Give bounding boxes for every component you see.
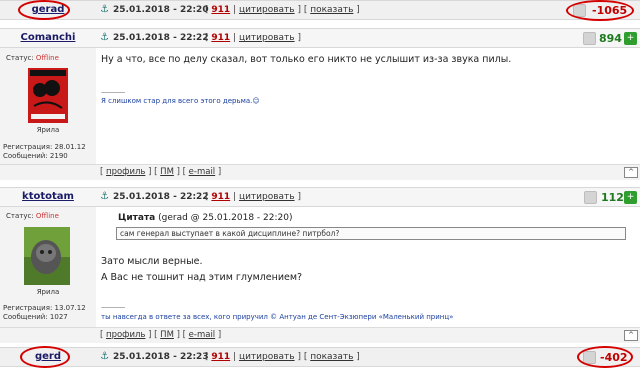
message-count: Сообщений: 2190 bbox=[3, 152, 68, 160]
profile-link[interactable]: профиль bbox=[106, 330, 145, 340]
scroll-top-button[interactable]: ^ bbox=[624, 330, 638, 341]
user-sidebar: Статус: Offline Ярила Регистрация: 13.07… bbox=[0, 207, 96, 327]
post-rating: 894 bbox=[599, 32, 622, 45]
post-links: [ 911 | цитировать ] [ показать ] bbox=[205, 352, 360, 362]
pm-link[interactable]: ПМ bbox=[160, 330, 174, 340]
post-date: 25.01.2018 - 22:22 bbox=[113, 33, 209, 43]
post-number-link[interactable]: 911 bbox=[211, 352, 230, 362]
anchor-icon[interactable]: ⚓ bbox=[100, 191, 109, 202]
quote-block: сам генерал выступает в какой дисциплине… bbox=[116, 227, 626, 240]
post-text-line: А Вас не тошнит над этим глумлением? bbox=[101, 272, 303, 283]
username-link[interactable]: ktototam bbox=[0, 191, 96, 202]
show-link[interactable]: показать bbox=[310, 352, 353, 362]
quote-link[interactable]: цитировать bbox=[239, 352, 295, 362]
avatar-caption: Ярила bbox=[36, 288, 60, 296]
post-links: [ 911 | цитировать ] bbox=[205, 192, 301, 202]
pm-link[interactable]: ПМ bbox=[160, 167, 174, 177]
username-link[interactable]: Comanchi bbox=[0, 32, 96, 43]
vote-down-icon[interactable] bbox=[584, 191, 597, 204]
user-avatar bbox=[28, 68, 68, 123]
post-number-link[interactable]: 911 bbox=[211, 33, 230, 43]
post-header: gerad ⚓ 25.01.2018 - 22:20 [ 911 | цитир… bbox=[0, 0, 640, 21]
email-link[interactable]: e-mail bbox=[189, 167, 216, 177]
user-sidebar: Статус: Offline Ярила Регистрация: 28.01… bbox=[0, 48, 96, 164]
user-meta: Регистрация: 13.07.12 Сообщений: 1027 bbox=[3, 304, 86, 322]
message-count: Сообщений: 1027 bbox=[3, 313, 68, 321]
post-text-line: Зато мысли верные. bbox=[101, 256, 203, 267]
signature-text: ты навсегда в ответе за всех, кого приру… bbox=[101, 313, 454, 321]
post-date: 25.01.2018 - 22:20 bbox=[113, 5, 209, 15]
status-label: Статус: bbox=[6, 54, 34, 62]
anchor-icon[interactable]: ⚓ bbox=[100, 4, 109, 15]
registration-date: Регистрация: 28.01.12 bbox=[3, 143, 86, 151]
post-date: 25.01.2018 - 22:23 bbox=[113, 352, 209, 362]
username-link[interactable]: gerd bbox=[0, 351, 96, 362]
post-date: 25.01.2018 - 22:22 bbox=[113, 192, 209, 202]
vote-down-icon[interactable] bbox=[583, 351, 596, 364]
quote-link[interactable]: цитировать bbox=[239, 5, 295, 15]
quote-link[interactable]: цитировать bbox=[239, 192, 295, 202]
post-rating: -402 bbox=[600, 351, 628, 364]
post-footer: [ профиль ] [ ПМ ] [ e-mail ] ^ bbox=[0, 164, 640, 180]
post-number-link[interactable]: 911 bbox=[211, 192, 230, 202]
user-avatar bbox=[24, 227, 70, 285]
signature-separator: -------------------- bbox=[101, 304, 125, 311]
post-header: Comanchi ⚓ 25.01.2018 - 22:22 [ 911 | ци… bbox=[0, 28, 640, 48]
status-label: Статус: bbox=[6, 212, 34, 220]
username-link[interactable]: gerad bbox=[0, 4, 96, 15]
anchor-icon[interactable]: ⚓ bbox=[100, 351, 109, 362]
signature-separator: -------------------- bbox=[101, 89, 125, 96]
post-rating: -1065 bbox=[592, 4, 628, 17]
post-header: gerd ⚓ 25.01.2018 - 22:23 [ 911 | цитиро… bbox=[0, 346, 640, 368]
vote-down-icon[interactable] bbox=[573, 4, 586, 17]
post-header: ktototam ⚓ 25.01.2018 - 22:22 [ 911 | ци… bbox=[0, 187, 640, 207]
vote-up-icon[interactable]: + bbox=[624, 32, 637, 45]
show-link[interactable]: показать bbox=[310, 5, 353, 15]
status-line: Статус: Offline bbox=[6, 212, 59, 220]
status-offline: Offline bbox=[35, 54, 59, 62]
quote-title: Цитата (gerad @ 25.01.2018 - 22:20) bbox=[118, 213, 292, 223]
footer-links: [ профиль ] [ ПМ ] [ e-mail ] bbox=[100, 330, 222, 340]
post-text: Ну а что, все по делу сказал, вот только… bbox=[101, 54, 512, 65]
anchor-icon[interactable]: ⚓ bbox=[100, 32, 109, 43]
quote-source: (gerad @ 25.01.2018 - 22:20) bbox=[158, 213, 293, 223]
profile-link[interactable]: профиль bbox=[106, 167, 145, 177]
email-link[interactable]: e-mail bbox=[189, 330, 216, 340]
registration-date: Регистрация: 13.07.12 bbox=[3, 304, 86, 312]
vote-down-icon[interactable] bbox=[583, 32, 596, 45]
post-number-link[interactable]: 911 bbox=[211, 5, 230, 15]
vote-up-icon[interactable]: + bbox=[624, 191, 637, 204]
signature-text: Я слишком стар для всего этого дерьма.☺ bbox=[101, 97, 260, 105]
status-offline: Offline bbox=[35, 212, 59, 220]
post-links: [ 911 | цитировать ] [ показать ] bbox=[205, 5, 360, 15]
post-rating: 112 bbox=[601, 191, 624, 204]
quote-label: Цитата bbox=[118, 213, 156, 223]
scroll-top-button[interactable]: ^ bbox=[624, 167, 638, 178]
footer-links: [ профиль ] [ ПМ ] [ e-mail ] bbox=[100, 167, 222, 177]
post-footer: [ профиль ] [ ПМ ] [ e-mail ] ^ bbox=[0, 327, 640, 343]
avatar-caption: Ярила bbox=[36, 126, 60, 134]
status-line: Статус: Offline bbox=[6, 54, 59, 62]
post-links: [ 911 | цитировать ] bbox=[205, 33, 301, 43]
quote-link[interactable]: цитировать bbox=[239, 33, 295, 43]
user-meta: Регистрация: 28.01.12 Сообщений: 2190 bbox=[3, 143, 86, 161]
